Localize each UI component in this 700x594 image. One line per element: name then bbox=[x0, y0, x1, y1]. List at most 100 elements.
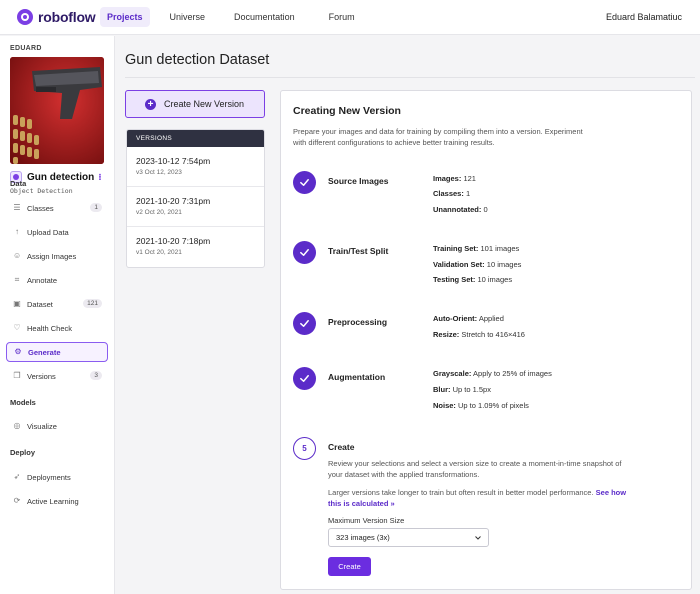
select-value: 323 images (3x) bbox=[336, 533, 390, 542]
plus-circle-icon: + bbox=[145, 98, 156, 110]
detail-key: Resize: bbox=[433, 330, 460, 339]
image-icon: ▣ bbox=[13, 299, 21, 308]
detail-value: Up to 1.5px bbox=[452, 385, 491, 394]
dataset-count-badge: 121 bbox=[83, 299, 102, 308]
version-date: 2021-10-20 7:31pm bbox=[136, 196, 211, 206]
create-button[interactable]: Create bbox=[328, 557, 371, 576]
sidebar-item-label: Deployments bbox=[27, 472, 71, 482]
validation-set-count: Validation Set: 10 images bbox=[433, 260, 521, 269]
sidebar-item-versions[interactable]: ❐ Versions 3 bbox=[6, 366, 108, 386]
sidebar-item-deployments[interactable]: ➶ Deployments bbox=[6, 467, 108, 487]
version-sub: v3 Oct 12, 2023 bbox=[136, 169, 182, 176]
version-sub: v1 Oct 20, 2021 bbox=[136, 249, 182, 256]
card-description: Prepare your images and data for trainin… bbox=[293, 127, 583, 147]
upload-icon: ↑ bbox=[15, 227, 19, 236]
sidebar-item-label: Health Check bbox=[27, 323, 73, 333]
detail-key: Training Set: bbox=[433, 244, 479, 253]
step-complete-check-icon[interactable] bbox=[293, 241, 316, 264]
nav-documentation[interactable]: Documentation bbox=[227, 7, 302, 27]
step-train-test-split[interactable]: Train/Test Split bbox=[328, 246, 388, 256]
version-date: 2023-10-12 7:54pm bbox=[136, 156, 211, 166]
detail-value: Up to 1.09% of pixels bbox=[458, 401, 529, 410]
create-size-note: Larger versions take longer to train but… bbox=[328, 488, 594, 497]
page-title: Gun detection Dataset bbox=[125, 52, 270, 68]
sidebar-item-visualize[interactable]: ◎ Visualize bbox=[6, 416, 108, 436]
step-augmentation[interactable]: Augmentation bbox=[328, 372, 385, 382]
section-models: Models bbox=[10, 398, 36, 407]
visualize-icon: ◎ bbox=[13, 421, 21, 430]
health-icon: ♡ bbox=[13, 323, 21, 332]
version-date: 2021-10-20 7:18pm bbox=[136, 236, 211, 246]
users-icon: ☺ bbox=[13, 251, 22, 260]
project-type: Object Detection bbox=[10, 187, 73, 195]
user-menu[interactable]: Eduard Balamatiuc bbox=[606, 12, 682, 22]
detail-value: 10 images bbox=[486, 260, 522, 269]
step-complete-check-icon[interactable] bbox=[293, 367, 316, 390]
nav-projects[interactable]: Projects bbox=[100, 7, 150, 27]
detail-key: Grayscale: bbox=[433, 369, 472, 378]
classes-count-badge: 1 bbox=[90, 203, 102, 212]
step-complete-check-icon[interactable] bbox=[293, 312, 316, 335]
sidebar-item-label: Assign Images bbox=[27, 251, 77, 261]
sidebar-item-upload-data[interactable]: ↑ Upload Data bbox=[6, 222, 108, 242]
grayscale-setting: Grayscale: Apply to 25% of images bbox=[433, 369, 552, 378]
source-unannotated-count: Unannotated: 0 bbox=[433, 205, 488, 214]
detail-value: Apply to 25% of images bbox=[473, 369, 552, 378]
sidebar-item-label: Classes bbox=[27, 203, 54, 213]
detail-value: Stretch to 416×416 bbox=[461, 330, 525, 339]
max-version-size-select[interactable]: 323 images (3x) bbox=[328, 528, 489, 547]
project-name: Gun detection bbox=[27, 171, 95, 183]
roboflow-logo[interactable]: roboflow bbox=[17, 9, 100, 25]
project-menu-icon[interactable]: ⁝ bbox=[98, 172, 101, 183]
create-new-version-button[interactable]: + Create New Version bbox=[125, 90, 265, 118]
annotate-icon: ⌗ bbox=[14, 275, 20, 284]
versions-count-badge: 3 bbox=[90, 371, 102, 380]
detail-value: 0 bbox=[483, 205, 488, 214]
step-complete-check-icon[interactable] bbox=[293, 171, 316, 194]
noise-setting: Noise: Up to 1.09% of pixels bbox=[433, 401, 529, 410]
sidebar-item-dataset[interactable]: ▣ Dataset 121 bbox=[6, 294, 108, 314]
nav-forum[interactable]: Forum bbox=[322, 7, 362, 27]
step-number-badge: 5 bbox=[293, 437, 316, 460]
detail-value: Applied bbox=[478, 314, 504, 323]
sidebar-item-annotate[interactable]: ⌗ Annotate bbox=[6, 270, 108, 290]
max-version-size-label: Maximum Version Size bbox=[328, 516, 405, 525]
section-data: Data bbox=[10, 179, 27, 188]
workspace-owner: EDUARD bbox=[10, 45, 42, 52]
nav-universe[interactable]: Universe bbox=[163, 7, 213, 27]
create-description-size: Larger versions take longer to train but… bbox=[328, 487, 628, 509]
section-deploy: Deploy bbox=[10, 448, 36, 457]
sidebar-item-label: Upload Data bbox=[27, 227, 69, 237]
roboflow-logo-icon bbox=[17, 9, 33, 25]
source-classes-count: Classes: 1 bbox=[433, 189, 470, 198]
sidebar-item-assign-images[interactable]: ☺ Assign Images bbox=[6, 246, 108, 266]
version-row[interactable]: 2023-10-12 7:54pm v3 Oct 12, 2023 bbox=[127, 147, 264, 187]
card-title: Creating New Version bbox=[293, 105, 401, 117]
project-thumbnail[interactable] bbox=[10, 57, 104, 164]
detail-key: Unannotated: bbox=[433, 205, 482, 214]
rocket-icon: ➶ bbox=[13, 472, 21, 481]
version-row[interactable]: 2021-10-20 7:18pm v1 Oct 20, 2021 bbox=[127, 227, 264, 267]
create-description: Review your selections and select a vers… bbox=[328, 459, 622, 479]
active-learning-icon: ⟳ bbox=[13, 496, 21, 505]
auto-orient-setting: Auto-Orient: Applied bbox=[433, 314, 504, 323]
detail-key: Images: bbox=[433, 174, 462, 183]
sidebar-item-health-check[interactable]: ♡ Health Check bbox=[6, 318, 108, 338]
sidebar-item-classes[interactable]: ☰ Classes 1 bbox=[6, 198, 108, 218]
sidebar-item-label: Generate bbox=[28, 347, 61, 357]
step-source-images[interactable]: Source Images bbox=[328, 176, 388, 186]
sidebar-item-active-learning[interactable]: ⟳ Active Learning bbox=[6, 491, 108, 511]
detail-key: Noise: bbox=[433, 401, 456, 410]
step-preprocessing[interactable]: Preprocessing bbox=[328, 317, 387, 327]
brand-name: roboflow bbox=[38, 9, 96, 25]
training-set-count: Training Set: 101 images bbox=[433, 244, 519, 253]
version-row[interactable]: 2021-10-20 7:31pm v2 Oct 20, 2021 bbox=[127, 187, 264, 227]
create-version-card: Creating New Version Prepare your images… bbox=[280, 90, 692, 590]
detail-value: 101 images bbox=[480, 244, 520, 253]
versions-header: VERSIONS bbox=[127, 130, 264, 147]
blur-setting: Blur: Up to 1.5px bbox=[433, 385, 491, 394]
sidebar-item-generate[interactable]: ⚙ Generate bbox=[6, 342, 108, 362]
testing-set-count: Testing Set: 10 images bbox=[433, 275, 512, 284]
sidebar-item-label: Visualize bbox=[27, 421, 57, 431]
sidebar-item-label: Dataset bbox=[27, 299, 53, 309]
